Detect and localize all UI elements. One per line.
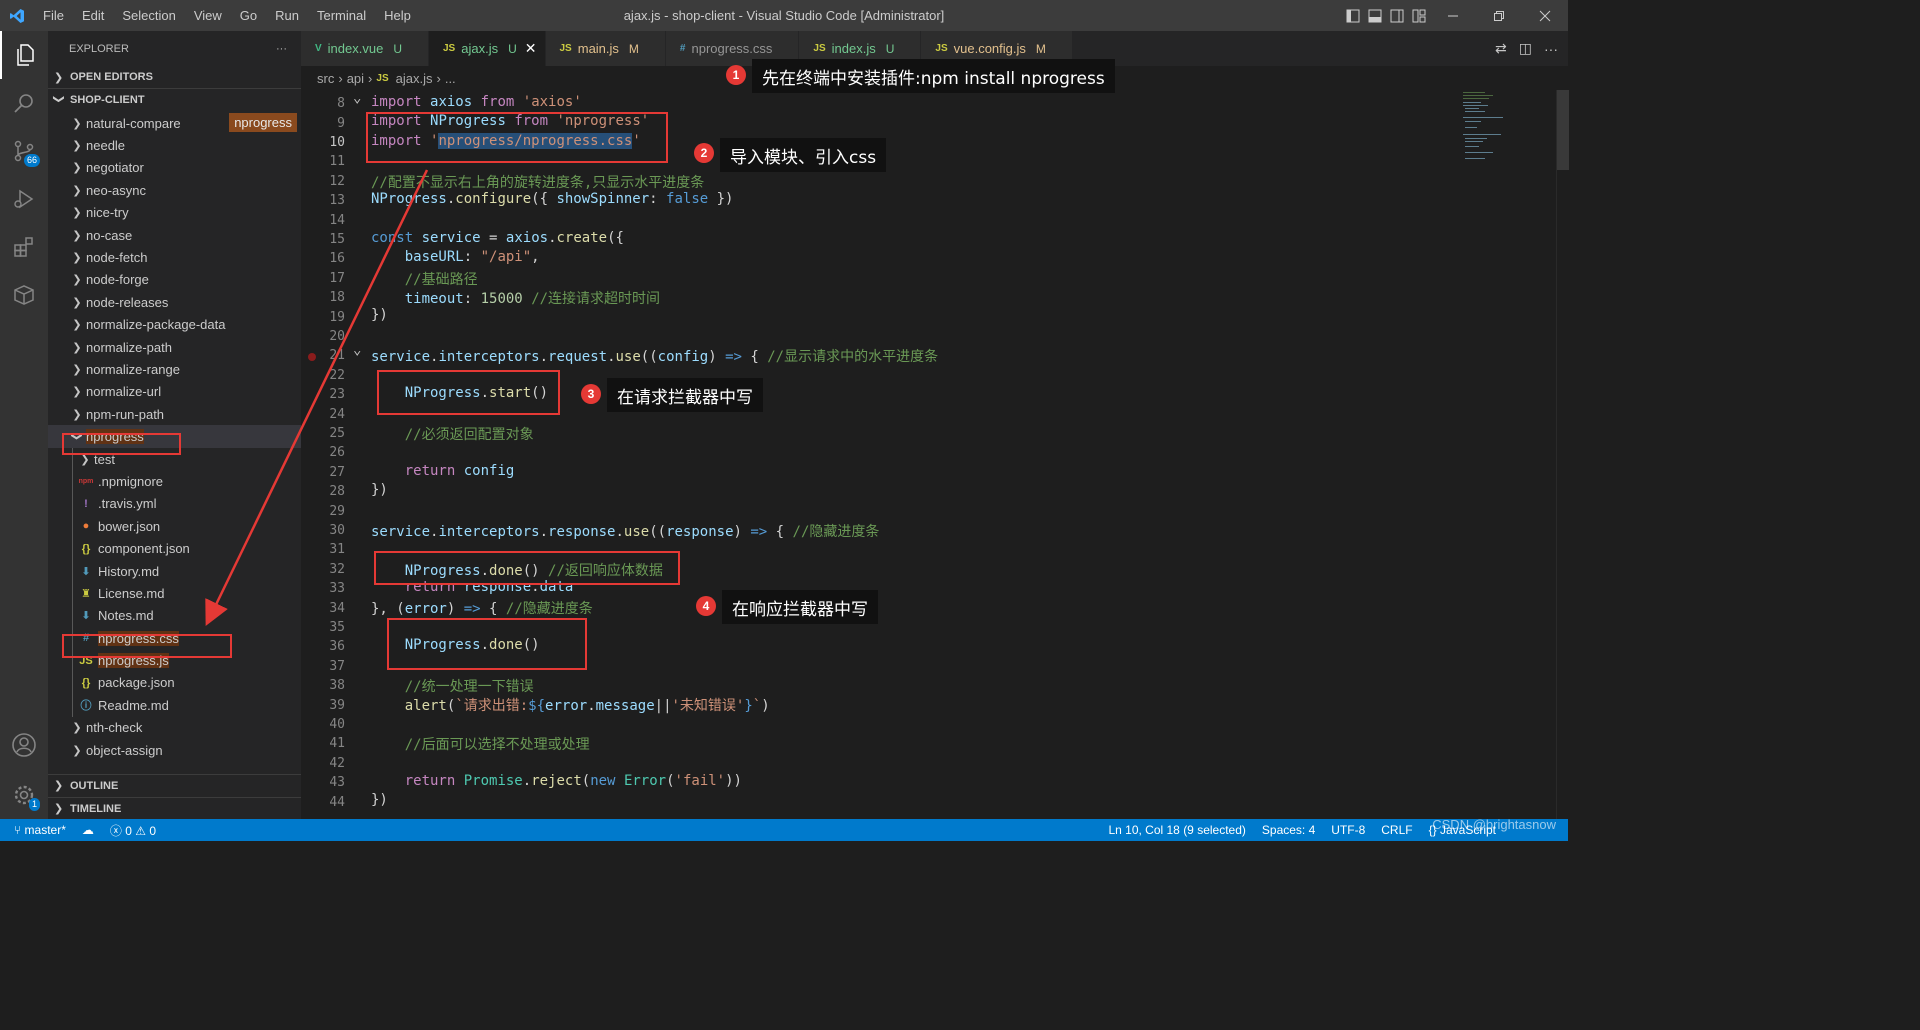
error-icon: ⓧ (109, 823, 126, 838)
annotation-callout-3: 在请求拦截器中写 (607, 378, 763, 412)
problems-status[interactable]: ⓧ 0 ⚠ 0 (110, 822, 156, 839)
csdn-watermark: CSDN @brightasnow (1432, 817, 1556, 832)
encoding[interactable]: UTF-8 (1331, 823, 1365, 837)
git-branch-status[interactable]: ⑂ master* (14, 823, 66, 837)
line-endings[interactable]: CRLF (1381, 823, 1412, 837)
sync-icon[interactable]: ☁ (82, 823, 94, 837)
annotation-arrow (205, 169, 429, 626)
annotation-callout-4: 在响应拦截器中写 (722, 590, 878, 624)
warning-icon: ⚠ (135, 823, 150, 838)
annotation-callout-2: 导入模块、引入css (720, 138, 887, 172)
indentation[interactable]: Spaces: 4 (1262, 823, 1315, 837)
annotation-number-3: 3 (581, 384, 601, 404)
annotation-number-2: 2 (694, 143, 714, 163)
git-branch-icon: ⑂ (14, 823, 25, 837)
vscode-window: File Edit Selection View Go Run Terminal Help a… (0, 0, 1569, 841)
warning-count: 0 (149, 823, 157, 838)
annotation-number-1: 1 (726, 65, 746, 85)
cursor-position[interactable]: Ln 10, Col 18 (9 selected) (1108, 823, 1245, 837)
annotation-callout-1: 先在终端中安装插件:npm install nprogress (752, 59, 1115, 93)
error-count: 0 (125, 823, 132, 838)
branch-name: master* (24, 823, 66, 837)
annotation-number-4: 4 (696, 596, 716, 616)
status-bar: ⑂ master* ☁ ⓧ 0 ⚠ 0 Ln 10, Col 18 (9 sel… (0, 819, 1568, 841)
